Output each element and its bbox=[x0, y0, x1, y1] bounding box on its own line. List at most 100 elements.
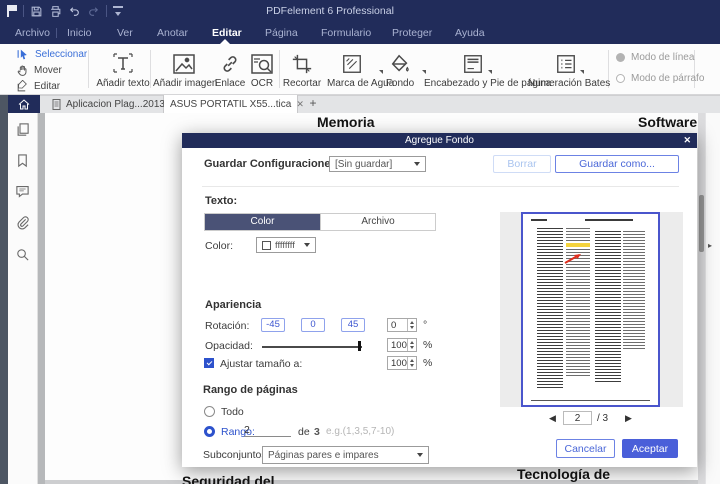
bookmarks-icon[interactable] bbox=[15, 153, 30, 168]
btn-anadir-texto[interactable]: Añadir texto bbox=[94, 49, 152, 89]
texto-source-tabs: Color Archivo bbox=[204, 213, 436, 231]
window-title: PDFelement 6 Professional bbox=[266, 5, 394, 17]
rotation-spinner[interactable]: 0 bbox=[387, 318, 417, 332]
color-swatch bbox=[262, 240, 271, 250]
preview-prev-icon[interactable]: ◀ bbox=[549, 413, 556, 424]
todo-radio[interactable] bbox=[204, 406, 215, 417]
customize-toolbar-icon[interactable] bbox=[113, 5, 123, 17]
btn-numeracion-bates[interactable]: Numeración Bates bbox=[528, 49, 610, 89]
attachments-icon[interactable] bbox=[15, 215, 30, 230]
save-config-select[interactable]: [Sin guardar] bbox=[329, 156, 426, 172]
sidebar-splitter[interactable] bbox=[38, 113, 45, 484]
btn-recortar[interactable]: Recortar bbox=[281, 49, 323, 89]
section-divider bbox=[202, 186, 679, 187]
search-icon[interactable] bbox=[15, 247, 30, 262]
spinner-arrows[interactable] bbox=[407, 319, 416, 331]
color-label: Color: bbox=[205, 240, 234, 252]
fit-size-spinner[interactable]: 100 bbox=[387, 356, 417, 370]
header-footer-icon bbox=[462, 53, 484, 75]
preview-next-icon[interactable]: ▶ bbox=[625, 413, 632, 424]
dialog-titlebar: Agregue Fondo ✕ bbox=[182, 133, 697, 148]
btn-encabezado-pie[interactable]: Encabezado y Pie de página bbox=[424, 49, 551, 89]
rango-radio[interactable] bbox=[204, 426, 215, 437]
borrar-button[interactable]: Borrar bbox=[493, 155, 551, 173]
tool-mover[interactable]: Mover bbox=[16, 64, 62, 77]
doc-heading-tecnologia: Tecnología de bbox=[517, 466, 611, 482]
menu-inicio[interactable]: Inicio bbox=[67, 22, 92, 44]
color-select[interactable]: ffffffff bbox=[256, 237, 316, 253]
guardar-como-button[interactable]: Guardar como... bbox=[555, 155, 679, 173]
scrollbar-thumb[interactable] bbox=[699, 195, 704, 252]
watermark-icon bbox=[341, 53, 363, 75]
aceptar-button[interactable]: Aceptar bbox=[622, 439, 678, 458]
ribbon-toolbar: Seleccionar Mover Editar Añadir texto Añ… bbox=[0, 44, 720, 95]
ajustar-checkbox[interactable] bbox=[204, 358, 214, 368]
menu-pagina[interactable]: Página bbox=[265, 22, 298, 44]
print-icon[interactable] bbox=[49, 5, 62, 18]
rango-paginas-label: Rango de páginas bbox=[203, 384, 298, 396]
tab-asus-portatil[interactable]: ASUS PORTATIL X55...tica ✕ bbox=[164, 95, 304, 113]
texto-label: Texto: bbox=[205, 195, 238, 207]
btn-anadir-imagen[interactable]: Añadir imagen bbox=[153, 49, 217, 89]
de-label: de bbox=[298, 426, 310, 438]
tool-seleccionar[interactable]: Seleccionar bbox=[16, 48, 87, 61]
menu-anotar[interactable]: Anotar bbox=[157, 22, 188, 44]
opacity-slider-handle[interactable] bbox=[358, 341, 361, 351]
document-icon bbox=[52, 98, 61, 110]
menu-proteger[interactable]: Proteger bbox=[392, 22, 432, 44]
dropdown-caret-icon bbox=[417, 453, 423, 457]
tab-archivo[interactable]: Archivo bbox=[320, 214, 435, 230]
spinner-arrows[interactable] bbox=[407, 357, 416, 369]
preview-page-input[interactable] bbox=[563, 411, 592, 425]
radio-modo-linea[interactable]: Modo de línea bbox=[616, 52, 694, 63]
degree-label: ° bbox=[423, 319, 428, 331]
rango-hint: e.g.(1,3,5,7-10) bbox=[326, 426, 395, 437]
menu-ver[interactable]: Ver bbox=[117, 22, 133, 44]
dialog-close-icon[interactable]: ✕ bbox=[683, 133, 691, 148]
tab-aplicacion-plag[interactable]: Aplicacion Plag...2013 ✕ bbox=[46, 95, 178, 113]
rotation-preset-45[interactable]: 45 bbox=[341, 318, 365, 332]
save-config-label: Guardar Configuraciones: bbox=[204, 158, 341, 170]
dropdown-caret-icon bbox=[414, 162, 420, 166]
qat-divider bbox=[23, 5, 24, 17]
tool-editar[interactable]: Editar bbox=[16, 80, 60, 93]
btn-marca-de-agua[interactable]: Marca de Agua bbox=[327, 49, 394, 89]
menu-bar: Archivo Inicio Ver Anotar Editar Página … bbox=[0, 22, 720, 44]
percent-label: % bbox=[423, 339, 433, 351]
page-thumbnails-icon[interactable] bbox=[15, 122, 30, 137]
preview-red-arrow bbox=[564, 254, 581, 264]
subconjuntos-select[interactable]: Páginas pares e impares bbox=[262, 446, 429, 464]
opacity-slider[interactable] bbox=[262, 346, 362, 348]
new-tab-button[interactable]: + bbox=[305, 95, 321, 113]
comments-icon[interactable] bbox=[15, 184, 30, 199]
rotation-preset-0[interactable]: 0 bbox=[301, 318, 325, 332]
tab-close-icon[interactable]: ✕ bbox=[296, 99, 304, 110]
btn-ocr[interactable]: OCR bbox=[244, 49, 280, 89]
preview-text-column bbox=[537, 228, 563, 390]
todo-label: Todo bbox=[221, 406, 244, 418]
rango-input[interactable] bbox=[244, 424, 291, 437]
save-icon[interactable] bbox=[30, 5, 43, 18]
left-edge-strip bbox=[0, 95, 8, 484]
radio-modo-parrafo[interactable]: Modo de párrafo bbox=[616, 73, 704, 84]
tab-color[interactable]: Color bbox=[205, 214, 320, 230]
menu-divider bbox=[56, 28, 57, 38]
quick-access-toolbar bbox=[6, 0, 123, 22]
background-bucket-icon bbox=[388, 53, 412, 75]
menu-archivo[interactable]: Archivo bbox=[15, 22, 50, 44]
vertical-scrollbar[interactable] bbox=[698, 113, 705, 484]
undo-icon[interactable] bbox=[68, 5, 81, 18]
menu-ayuda[interactable]: Ayuda bbox=[455, 22, 485, 44]
rotation-preset-neg45[interactable]: -45 bbox=[261, 318, 285, 332]
ajustar-label: Ajustar tamaño a: bbox=[220, 358, 303, 370]
btn-fondo[interactable]: Fondo bbox=[380, 49, 426, 89]
cancelar-button[interactable]: Cancelar bbox=[556, 439, 615, 458]
opacity-spinner[interactable]: 100 bbox=[387, 338, 417, 352]
right-panel-expand-icon[interactable]: ▸ bbox=[708, 241, 712, 250]
home-button[interactable] bbox=[8, 95, 40, 113]
add-text-icon bbox=[111, 51, 135, 75]
menu-formulario[interactable]: Formulario bbox=[321, 22, 371, 44]
preview-panel bbox=[500, 212, 683, 407]
redo-icon[interactable] bbox=[87, 5, 100, 18]
spinner-arrows[interactable] bbox=[407, 339, 416, 351]
